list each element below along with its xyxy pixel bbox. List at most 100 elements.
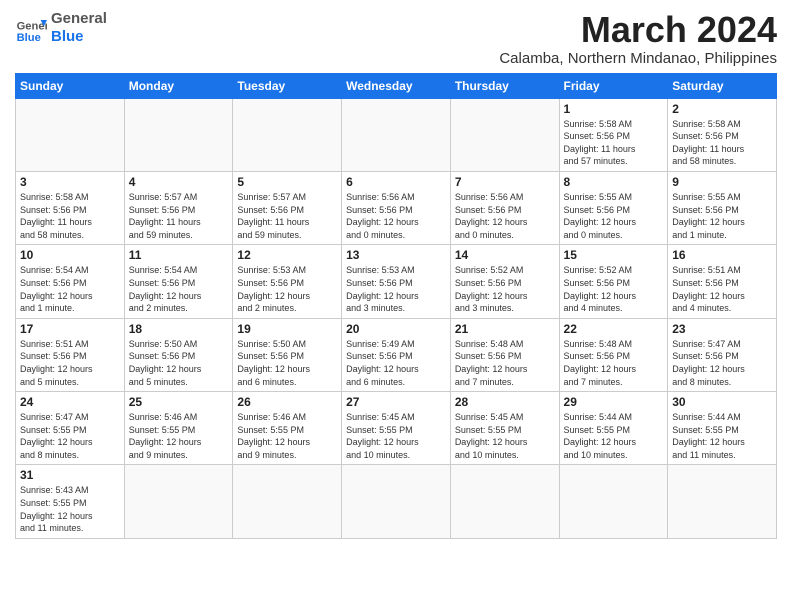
calendar-cell: 2Sunrise: 5:58 AM Sunset: 5:56 PM Daylig…	[668, 98, 777, 171]
day-number: 4	[129, 175, 229, 189]
calendar-cell: 24 Sunrise: 5:47 AM Sunset: 5:55 PM Dayli…	[16, 392, 125, 465]
calendar-table: SundayMondayTuesdayWednesdayThursdayFrid…	[15, 73, 777, 539]
day-number: 30	[672, 395, 772, 409]
day-number: 2	[672, 102, 772, 116]
day-number: 22	[564, 322, 664, 336]
day-number: 19	[237, 322, 337, 336]
week-row-2: 10 Sunrise: 5:54 AM Sunset: 5:56 PM Dayli…	[16, 245, 777, 318]
day-number: 21	[455, 322, 555, 336]
calendar-cell: 20 Sunrise: 5:49 AM Sunset: 5:56 PM Dayli…	[342, 318, 451, 391]
weekday-header-thursday: Thursday	[450, 73, 559, 98]
day-number: 15	[564, 248, 664, 262]
day-number: 14	[455, 248, 555, 262]
calendar-cell: 14 Sunrise: 5:52 AM Sunset: 5:56 PM Dayli…	[450, 245, 559, 318]
week-row-4: 24 Sunrise: 5:47 AM Sunset: 5:55 PM Dayli…	[16, 392, 777, 465]
calendar-cell: 31Sunrise: 5:43 AM Sunset: 5:55 PM Dayli…	[16, 465, 125, 538]
day-number: 8	[564, 175, 664, 189]
cell-info: Sunrise: 5:44 AM Sunset: 5:55 PM Dayligh…	[672, 411, 772, 461]
cell-info: Sunrise: 5:47 AM Sunset: 5:56 PM Dayligh…	[672, 338, 772, 388]
svg-text:Blue: Blue	[17, 32, 41, 44]
cell-info: Sunrise: 5:52 AM Sunset: 5:56 PM Dayligh…	[455, 264, 555, 314]
location-title: Calamba, Northern Mindanao, Philippines	[499, 50, 777, 67]
day-number: 17	[20, 322, 120, 336]
calendar-cell	[450, 465, 559, 538]
cell-info: Sunrise: 5:47 AM Sunset: 5:55 PM Dayligh…	[20, 411, 120, 461]
calendar-cell: 7 Sunrise: 5:56 AM Sunset: 5:56 PM Daylig…	[450, 171, 559, 244]
calendar-cell: 28Sunrise: 5:45 AM Sunset: 5:55 PM Dayli…	[450, 392, 559, 465]
logo-icon: General Blue	[15, 12, 47, 44]
calendar-cell	[233, 98, 342, 171]
day-number: 20	[346, 322, 446, 336]
cell-info: Sunrise: 5:49 AM Sunset: 5:56 PM Dayligh…	[346, 338, 446, 388]
day-number: 16	[672, 248, 772, 262]
cell-info: Sunrise: 5:54 AM Sunset: 5:56 PM Dayligh…	[129, 264, 229, 314]
week-row-5: 31Sunrise: 5:43 AM Sunset: 5:55 PM Dayli…	[16, 465, 777, 538]
header: General Blue General Blue March 2024 Cal…	[15, 10, 777, 67]
month-title: March 2024	[499, 10, 777, 50]
weekday-header-saturday: Saturday	[668, 73, 777, 98]
cell-info: Sunrise: 5:48 AM Sunset: 5:56 PM Dayligh…	[455, 338, 555, 388]
cell-info: Sunrise: 5:51 AM Sunset: 5:56 PM Dayligh…	[20, 338, 120, 388]
week-row-0: 1Sunrise: 5:58 AM Sunset: 5:56 PM Daylig…	[16, 98, 777, 171]
day-number: 9	[672, 175, 772, 189]
logo-blue: Blue	[51, 28, 107, 46]
day-number: 29	[564, 395, 664, 409]
cell-info: Sunrise: 5:55 AM Sunset: 5:56 PM Dayligh…	[564, 191, 664, 241]
calendar-cell: 15 Sunrise: 5:52 AM Sunset: 5:56 PM Dayli…	[559, 245, 668, 318]
calendar-cell	[450, 98, 559, 171]
cell-info: Sunrise: 5:46 AM Sunset: 5:55 PM Dayligh…	[237, 411, 337, 461]
calendar-cell: 6Sunrise: 5:56 AM Sunset: 5:56 PM Daylig…	[342, 171, 451, 244]
day-number: 3	[20, 175, 120, 189]
calendar-cell: 23Sunrise: 5:47 AM Sunset: 5:56 PM Dayli…	[668, 318, 777, 391]
day-number: 26	[237, 395, 337, 409]
weekday-header-wednesday: Wednesday	[342, 73, 451, 98]
day-number: 24	[20, 395, 120, 409]
cell-info: Sunrise: 5:58 AM Sunset: 5:56 PM Dayligh…	[20, 191, 120, 241]
cell-info: Sunrise: 5:55 AM Sunset: 5:56 PM Dayligh…	[672, 191, 772, 241]
calendar-cell: 19Sunrise: 5:50 AM Sunset: 5:56 PM Dayli…	[233, 318, 342, 391]
cell-info: Sunrise: 5:54 AM Sunset: 5:56 PM Dayligh…	[20, 264, 120, 314]
calendar-cell: 27Sunrise: 5:45 AM Sunset: 5:55 PM Dayli…	[342, 392, 451, 465]
calendar-cell	[124, 98, 233, 171]
calendar-cell	[668, 465, 777, 538]
calendar-cell: 1Sunrise: 5:58 AM Sunset: 5:56 PM Daylig…	[559, 98, 668, 171]
calendar-cell: 5Sunrise: 5:57 AM Sunset: 5:56 PM Daylig…	[233, 171, 342, 244]
calendar-cell: 29 Sunrise: 5:44 AM Sunset: 5:55 PM Dayli…	[559, 392, 668, 465]
calendar-cell: 3 Sunrise: 5:58 AM Sunset: 5:56 PM Daylig…	[16, 171, 125, 244]
calendar-cell: 26 Sunrise: 5:46 AM Sunset: 5:55 PM Dayli…	[233, 392, 342, 465]
calendar-cell	[124, 465, 233, 538]
calendar-cell	[559, 465, 668, 538]
cell-info: Sunrise: 5:50 AM Sunset: 5:56 PM Dayligh…	[129, 338, 229, 388]
cell-info: Sunrise: 5:52 AM Sunset: 5:56 PM Dayligh…	[564, 264, 664, 314]
logo-general: General	[51, 10, 107, 28]
week-row-1: 3 Sunrise: 5:58 AM Sunset: 5:56 PM Daylig…	[16, 171, 777, 244]
calendar-cell: 10 Sunrise: 5:54 AM Sunset: 5:56 PM Dayli…	[16, 245, 125, 318]
day-number: 13	[346, 248, 446, 262]
calendar-cell: 22Sunrise: 5:48 AM Sunset: 5:56 PM Dayli…	[559, 318, 668, 391]
day-number: 7	[455, 175, 555, 189]
weekday-header-sunday: Sunday	[16, 73, 125, 98]
calendar-cell: 12Sunrise: 5:53 AM Sunset: 5:56 PM Dayli…	[233, 245, 342, 318]
day-number: 1	[564, 102, 664, 116]
calendar-cell: 30 Sunrise: 5:44 AM Sunset: 5:55 PM Dayli…	[668, 392, 777, 465]
cell-info: Sunrise: 5:56 AM Sunset: 5:56 PM Dayligh…	[455, 191, 555, 241]
week-row-3: 17 Sunrise: 5:51 AM Sunset: 5:56 PM Dayli…	[16, 318, 777, 391]
calendar-cell: 8 Sunrise: 5:55 AM Sunset: 5:56 PM Daylig…	[559, 171, 668, 244]
cell-info: Sunrise: 5:45 AM Sunset: 5:55 PM Dayligh…	[346, 411, 446, 461]
day-number: 18	[129, 322, 229, 336]
day-number: 5	[237, 175, 337, 189]
cell-info: Sunrise: 5:43 AM Sunset: 5:55 PM Dayligh…	[20, 484, 120, 534]
calendar-cell: 21 Sunrise: 5:48 AM Sunset: 5:56 PM Dayli…	[450, 318, 559, 391]
weekday-header-monday: Monday	[124, 73, 233, 98]
calendar-cell: 25Sunrise: 5:46 AM Sunset: 5:55 PM Dayli…	[124, 392, 233, 465]
calendar-cell	[342, 98, 451, 171]
cell-info: Sunrise: 5:51 AM Sunset: 5:56 PM Dayligh…	[672, 264, 772, 314]
calendar-cell	[16, 98, 125, 171]
day-number: 10	[20, 248, 120, 262]
day-number: 11	[129, 248, 229, 262]
calendar-cell: 13Sunrise: 5:53 AM Sunset: 5:56 PM Dayli…	[342, 245, 451, 318]
calendar-cell: 11 Sunrise: 5:54 AM Sunset: 5:56 PM Dayli…	[124, 245, 233, 318]
cell-info: Sunrise: 5:46 AM Sunset: 5:55 PM Dayligh…	[129, 411, 229, 461]
cell-info: Sunrise: 5:44 AM Sunset: 5:55 PM Dayligh…	[564, 411, 664, 461]
weekday-header-tuesday: Tuesday	[233, 73, 342, 98]
